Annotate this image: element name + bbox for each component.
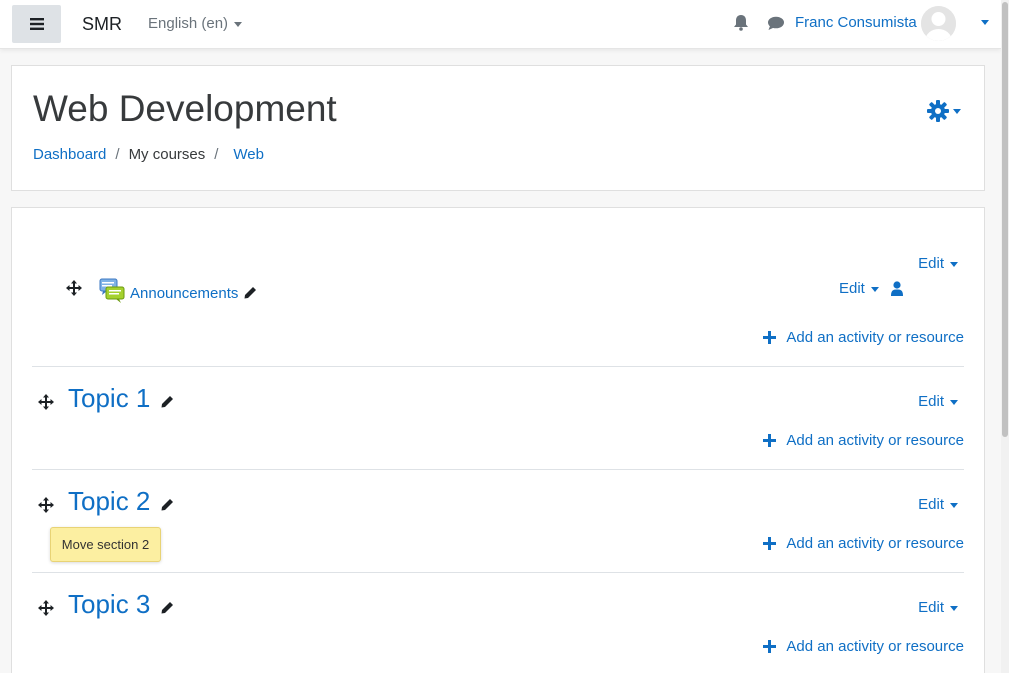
add-activity-button[interactable]: Add an activity or resource: [763, 535, 964, 552]
add-activity-button[interactable]: Add an activity or resource: [763, 329, 964, 346]
section-topic-3: Topic 3 Edit Add an activity or resource: [32, 573, 964, 673]
edit-label: Edit: [839, 280, 865, 297]
edit-label: Edit: [918, 496, 944, 513]
pencil-icon[interactable]: [160, 498, 174, 512]
breadcrumb-item-my-courses: My courses: [128, 146, 206, 163]
chevron-down-icon: [950, 399, 958, 405]
breadcrumb-item-web[interactable]: Web: [233, 146, 264, 163]
drawer-toggle-button[interactable]: [12, 5, 61, 43]
messages-button[interactable]: [767, 16, 785, 36]
chat-icon: [768, 16, 784, 30]
user-menu-chevron-down-icon[interactable]: [981, 20, 989, 25]
chevron-down-icon: [234, 21, 243, 27]
page-scrollbar[interactable]: [1001, 0, 1009, 673]
page-title: Web Development: [33, 88, 337, 129]
chevron-down-icon: [950, 605, 958, 611]
move-icon[interactable]: [66, 280, 82, 296]
avatar[interactable]: [921, 6, 956, 41]
notifications-button[interactable]: [733, 14, 749, 36]
breadcrumb-item-dashboard[interactable]: Dashboard: [33, 146, 106, 163]
course-settings-menu[interactable]: [927, 100, 961, 122]
breadcrumb-separator: /: [214, 146, 219, 163]
bell-icon: [734, 15, 748, 31]
gear-icon: [927, 100, 949, 122]
chevron-down-icon: [953, 108, 961, 114]
add-activity-button[interactable]: Add an activity or resource: [763, 432, 964, 449]
move-icon[interactable]: [38, 394, 54, 410]
language-label: English (en): [148, 15, 229, 32]
scrollbar-thumb[interactable]: [1002, 2, 1008, 437]
user-avatar-icon: [921, 6, 956, 41]
section-edit-menu[interactable]: Edit: [918, 496, 958, 513]
activity-edit-menu[interactable]: Edit: [839, 280, 879, 297]
topic-title[interactable]: Topic 2: [68, 486, 150, 517]
chevron-down-icon: [950, 261, 958, 267]
chevron-down-icon: [870, 286, 879, 292]
move-section-tooltip: Move section 2: [50, 527, 161, 562]
plus-icon: [763, 537, 777, 550]
edit-label: Edit: [918, 599, 944, 616]
course-content-card: Edit Announcements Edit Add an activity …: [11, 207, 985, 673]
section-topic-1: Topic 1 Edit Add an activity or resource: [32, 367, 964, 470]
add-activity-label: Add an activity or resource: [786, 432, 964, 449]
top-navbar: SMR English (en) Franc Consumista: [0, 0, 1001, 49]
user-name-link[interactable]: Franc Consumista: [795, 14, 917, 31]
plus-icon: [763, 331, 777, 344]
move-icon[interactable]: [38, 600, 54, 616]
section-edit-menu[interactable]: Edit: [918, 255, 958, 272]
menu-icon: [29, 18, 44, 30]
pencil-icon[interactable]: [160, 395, 174, 409]
add-activity-label: Add an activity or resource: [786, 638, 964, 655]
chevron-down-icon: [950, 502, 958, 508]
move-icon[interactable]: [38, 497, 54, 513]
breadcrumb: Dashboard / My courses / Web: [33, 146, 264, 163]
edit-label: Edit: [918, 393, 944, 410]
pencil-icon[interactable]: [160, 601, 174, 615]
add-activity-button[interactable]: Add an activity or resource: [763, 638, 964, 655]
add-activity-label: Add an activity or resource: [786, 329, 964, 346]
site-brand-link[interactable]: SMR: [82, 14, 122, 35]
topic-title[interactable]: Topic 3: [68, 589, 150, 620]
add-activity-label: Add an activity or resource: [786, 535, 964, 552]
section-edit-menu[interactable]: Edit: [918, 599, 958, 616]
plus-icon: [763, 640, 777, 653]
plus-icon: [763, 434, 777, 447]
pencil-icon[interactable]: [243, 286, 257, 300]
user-icon[interactable]: [891, 281, 903, 296]
activity-link-announcements[interactable]: Announcements: [130, 285, 238, 302]
edit-label: Edit: [918, 255, 944, 272]
section-topic-2: Topic 2 Edit Add an activity or resource: [32, 470, 964, 573]
page-header-card: Web Development Dashboard / My courses /…: [11, 65, 985, 191]
section-general: Edit Announcements Edit Add an activity …: [32, 208, 964, 367]
forum-icon: [99, 278, 125, 303]
language-menu[interactable]: English (en): [148, 15, 243, 32]
section-edit-menu[interactable]: Edit: [918, 393, 958, 410]
breadcrumb-separator: /: [115, 146, 120, 163]
topic-title[interactable]: Topic 1: [68, 383, 150, 414]
